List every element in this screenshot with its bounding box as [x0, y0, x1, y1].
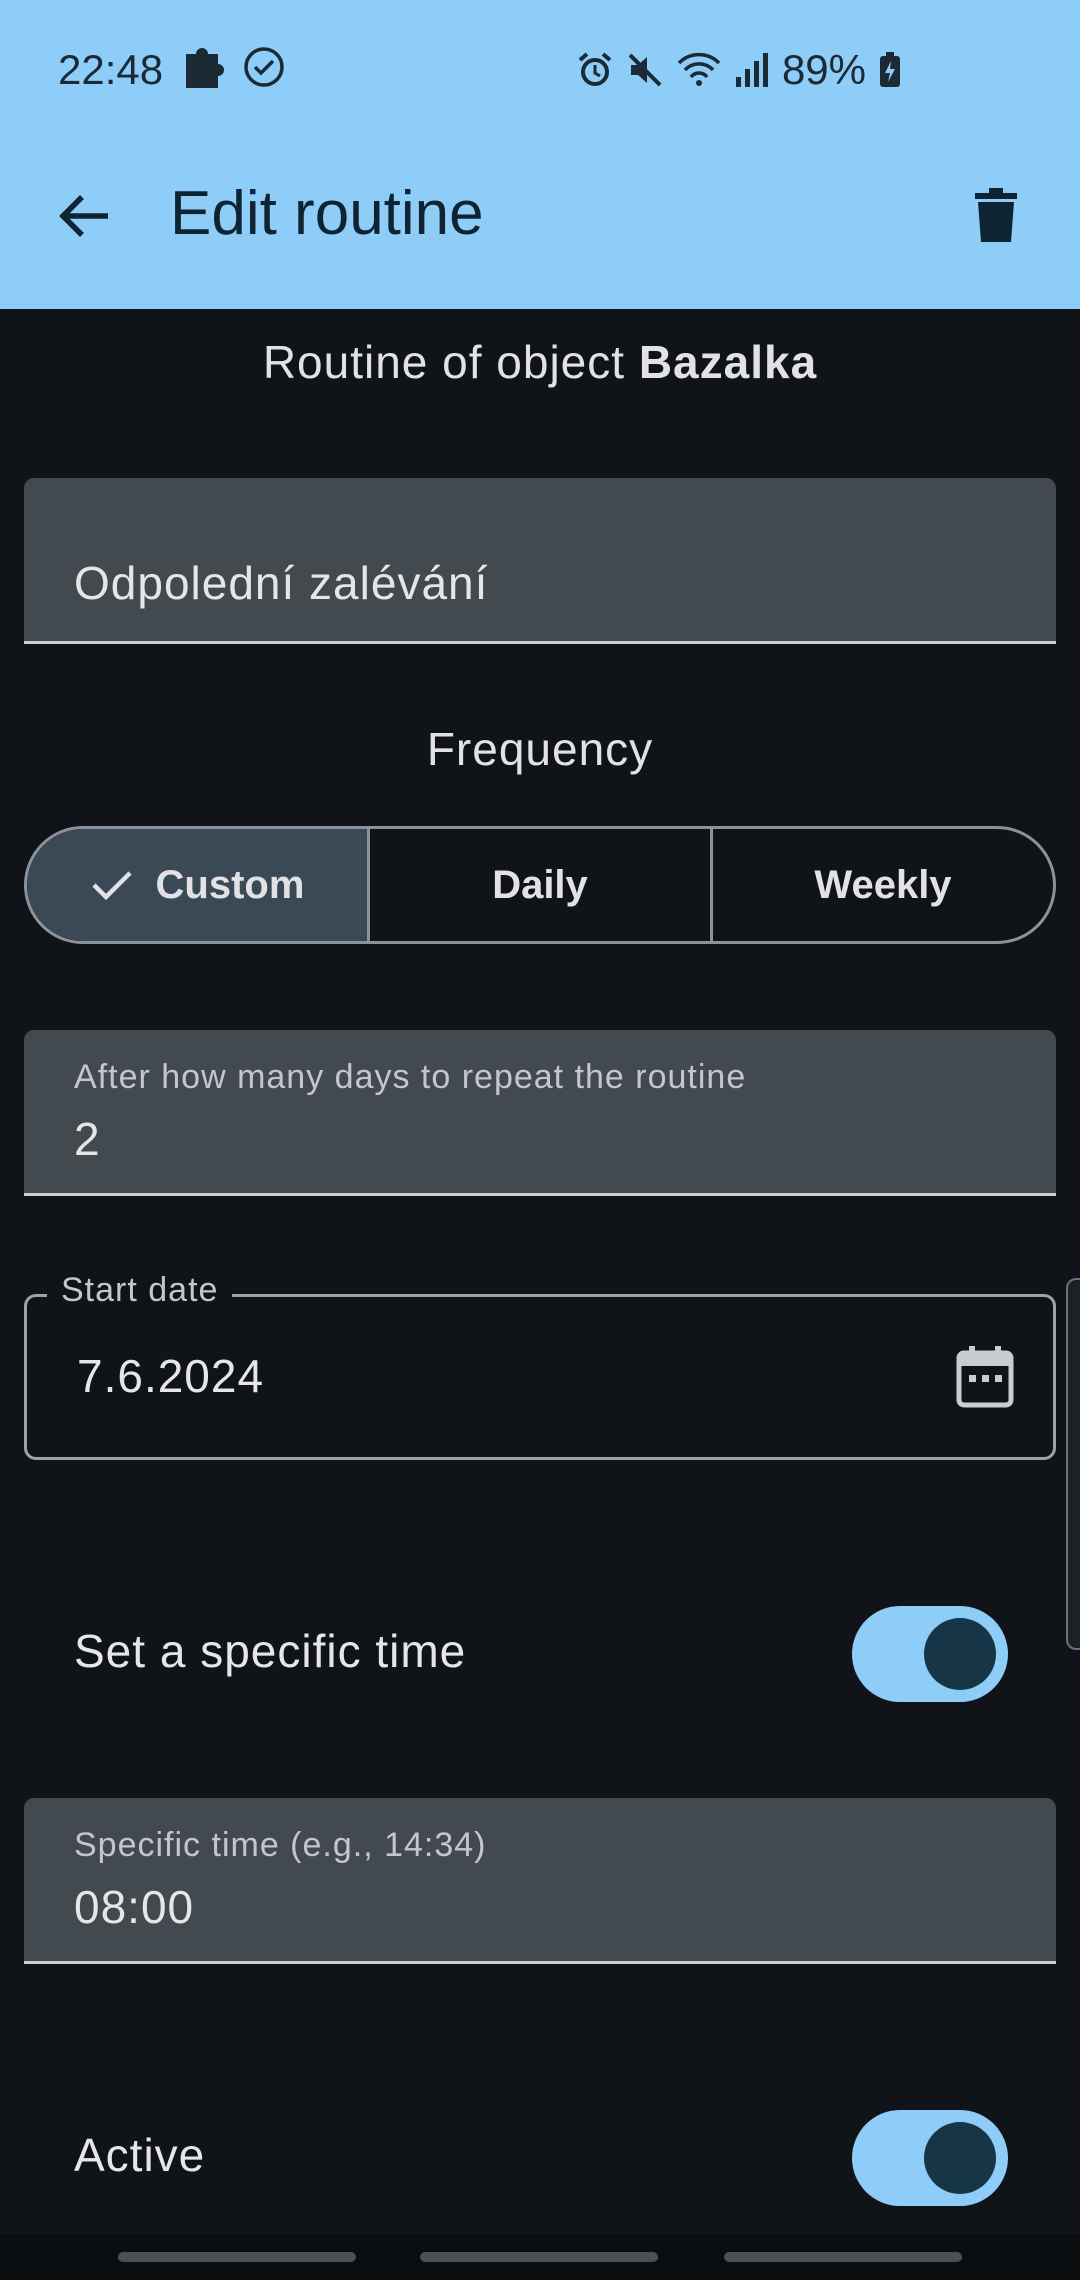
repeat-days-value: 2: [74, 1113, 101, 1165]
routine-name-input[interactable]: Odpolední zalévání: [24, 478, 1056, 644]
frequency-option-custom[interactable]: Custom: [27, 829, 370, 941]
subtitle-prefix: Routine of object: [262, 336, 626, 388]
puzzle-icon: [182, 44, 226, 100]
calendar-icon[interactable]: [955, 1343, 1015, 1409]
start-date-label: Start date: [47, 1271, 233, 1310]
arrow-back-icon: [56, 192, 112, 245]
alarm-icon: [576, 51, 614, 89]
battery-percentage: 89%: [781, 46, 866, 93]
delete-button[interactable]: [956, 178, 1036, 258]
frequency-option-weekly[interactable]: Weekly: [713, 829, 1053, 941]
frequency-option-label: Weekly: [814, 862, 952, 907]
frequency-option-label: Daily: [492, 862, 588, 907]
routine-subtitle: Routine of object Bazalka: [0, 335, 1080, 389]
frequency-segmented-control: Custom Daily Weekly: [24, 826, 1056, 944]
wifi-icon: [676, 51, 722, 89]
switch-thumb: [924, 2122, 996, 2194]
scrollbar[interactable]: [1066, 1278, 1080, 1650]
start-date-field[interactable]: Start date 7.6.2024: [24, 1271, 1056, 1460]
check-circle-icon: [242, 45, 286, 99]
back-button[interactable]: [44, 178, 124, 258]
trash-icon: [973, 187, 1019, 250]
system-nav-bar: [0, 2234, 1080, 2280]
frequency-label: Frequency: [426, 723, 654, 775]
status-time: 22:48: [58, 46, 164, 93]
status-left-icons: [182, 44, 286, 100]
nav-handle-left[interactable]: [118, 2252, 356, 2262]
mute-icon: [626, 51, 664, 89]
battery-charging-icon: [878, 51, 902, 89]
repeat-days-input[interactable]: After how many days to repeat the routin…: [24, 1030, 1056, 1196]
specific-time-value: 08:00: [74, 1881, 195, 1933]
routine-name-value: Odpolední zalévání: [74, 557, 489, 609]
switch-thumb: [924, 1618, 996, 1690]
object-name: Bazalka: [638, 336, 818, 388]
check-icon: [90, 867, 134, 903]
frequency-option-label: Custom: [155, 862, 305, 907]
nav-handle-center[interactable]: [420, 2252, 658, 2262]
page-title: Edit routine: [170, 179, 484, 248]
specific-time-input[interactable]: Specific time (e.g., 14:34) 08:00: [24, 1798, 1056, 1964]
status-bar: 22:48 89%: [0, 0, 1080, 140]
specific-time-switch[interactable]: [852, 1606, 1008, 1702]
signal-icon: [734, 51, 770, 89]
toolbar: Edit routine: [0, 160, 1080, 270]
app-header: 22:48 89% Edit routine: [0, 0, 1080, 309]
frequency-option-daily[interactable]: Daily: [370, 829, 713, 941]
repeat-days-label: After how many days to repeat the routin…: [74, 1058, 747, 1096]
specific-time-label: Specific time (e.g., 14:34): [74, 1826, 487, 1864]
status-right: 89%: [576, 46, 902, 94]
nav-handle-right[interactable]: [724, 2252, 962, 2262]
active-toggle-label: Active: [74, 2129, 206, 2181]
start-date-value: 7.6.2024: [77, 1350, 265, 1402]
specific-time-toggle-label: Set a specific time: [74, 1625, 467, 1677]
active-switch[interactable]: [852, 2110, 1008, 2206]
